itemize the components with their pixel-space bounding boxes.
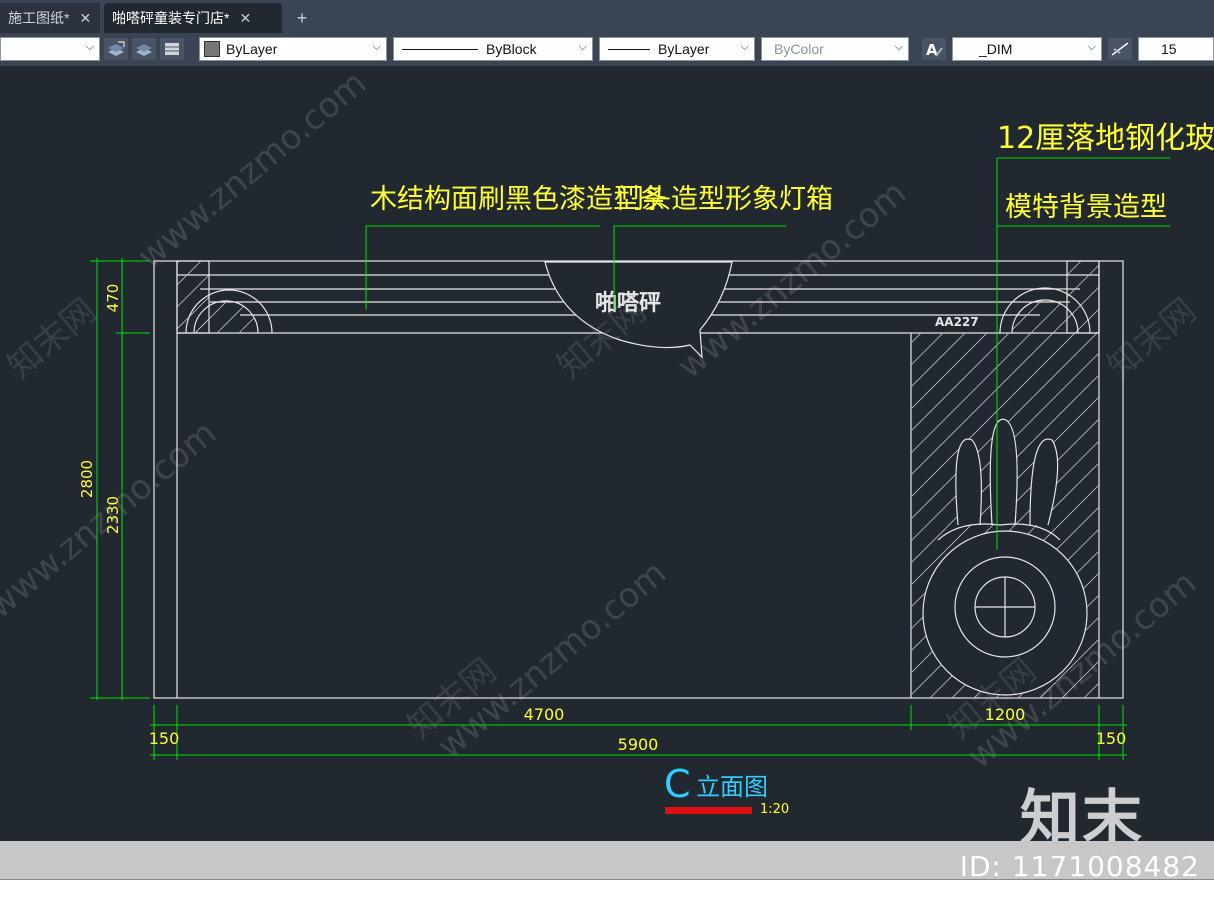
properties-toolbar: ⌵ ByLayer ⌵ ByBlock ⌵ ByLayer ⌵ ByColor … (0, 33, 1214, 66)
svg-text:2800: 2800 (78, 460, 96, 498)
chevron-down-icon: ⌵ (740, 41, 749, 53)
layer-match-icon[interactable] (104, 38, 128, 60)
plus-icon[interactable]: + (292, 8, 312, 28)
watermark-id: ID: 1171008482 (959, 850, 1200, 883)
close-icon[interactable]: ✕ (239, 10, 251, 27)
elevation-drawing: www.znzmo.com www.znzmo.com www.znzmo.co… (0, 63, 1214, 817)
annotations: 木结构面刷黑色漆造型条 门头造型形象灯箱 12厘落地钢化玻璃 模特背景造型 (370, 121, 1214, 223)
layer-dropdown[interactable]: ⌵ (0, 37, 100, 61)
linetype-dropdown[interactable]: ByBlock ⌵ (393, 37, 593, 61)
color-swatch (204, 41, 220, 57)
dimstyle-value: _DIM (979, 41, 1013, 57)
svg-text:5900: 5900 (618, 735, 659, 754)
drawing-title-letter: C (664, 762, 691, 806)
drawing-title: 立面图 (696, 773, 768, 801)
svg-text:知末网: 知末网 (1100, 291, 1204, 387)
linetype-value: ByBlock (486, 41, 537, 57)
text-height-input[interactable]: 15 (1138, 37, 1214, 61)
annotation-model-bg: 模特背景造型 (1005, 192, 1167, 223)
svg-text:150: 150 (1096, 729, 1127, 748)
layer-states-icon[interactable] (160, 38, 184, 60)
drawing-scale: 1:20 (760, 802, 789, 817)
svg-text:www.znzmo.com: www.znzmo.com (130, 66, 374, 277)
text-height-value: 15 (1161, 41, 1177, 57)
tab-store-drawing[interactable]: 啪嗒砰童装专门店* ✕ (104, 3, 282, 33)
svg-text:150: 150 (149, 729, 180, 748)
dimstyle-dropdown[interactable]: _DIM ⌵ (952, 37, 1102, 61)
color-dropdown[interactable]: ByLayer ⌵ (199, 37, 387, 61)
drawing-canvas[interactable]: www.znzmo.com www.znzmo.com www.znzmo.co… (0, 63, 1214, 841)
chevron-down-icon: ⌵ (85, 41, 94, 53)
chevron-down-icon: ⌵ (1087, 41, 1096, 53)
color-value: ByLayer (226, 41, 278, 57)
chevron-down-icon: ⌵ (372, 41, 381, 53)
tab-label: 啪嗒砰童装专门店* (112, 10, 230, 26)
lineweight-value: ByLayer (658, 41, 710, 57)
svg-text:4700: 4700 (524, 705, 565, 724)
lineweight-dropdown[interactable]: ByLayer ⌵ (599, 37, 755, 61)
svg-text:2330: 2330 (104, 496, 122, 534)
svg-text:A: A (926, 41, 938, 59)
annotation-glass: 12厘落地钢化玻璃 (997, 121, 1214, 156)
dimension-style-icon[interactable] (1108, 38, 1132, 60)
chevron-down-icon: ⌵ (894, 41, 903, 53)
svg-text:知末网: 知末网 (0, 291, 104, 387)
layer-previous-icon[interactable] (132, 38, 156, 60)
annotation-lightbox: 门头造型形象灯箱 (617, 184, 833, 215)
command-line[interactable] (0, 879, 1214, 907)
title-underline (665, 807, 752, 814)
svg-text:470: 470 (104, 284, 122, 313)
text-style-icon[interactable]: A (922, 38, 946, 60)
tab-label: 施工图纸* (8, 10, 70, 26)
close-icon[interactable]: ✕ (79, 10, 91, 27)
lineweight-sample (608, 48, 650, 50)
plate-text: AA227 (935, 315, 979, 329)
chevron-down-icon: ⌵ (578, 41, 587, 53)
tab-construction-drawings[interactable]: 施工图纸* ✕ (0, 3, 100, 33)
plotstyle-value: ByColor (774, 41, 824, 57)
plotstyle-dropdown: ByColor ⌵ (761, 37, 909, 61)
tab-bar: 施工图纸* ✕ 啪嗒砰童装专门店* ✕ + (0, 0, 1214, 33)
linetype-sample (402, 48, 478, 50)
